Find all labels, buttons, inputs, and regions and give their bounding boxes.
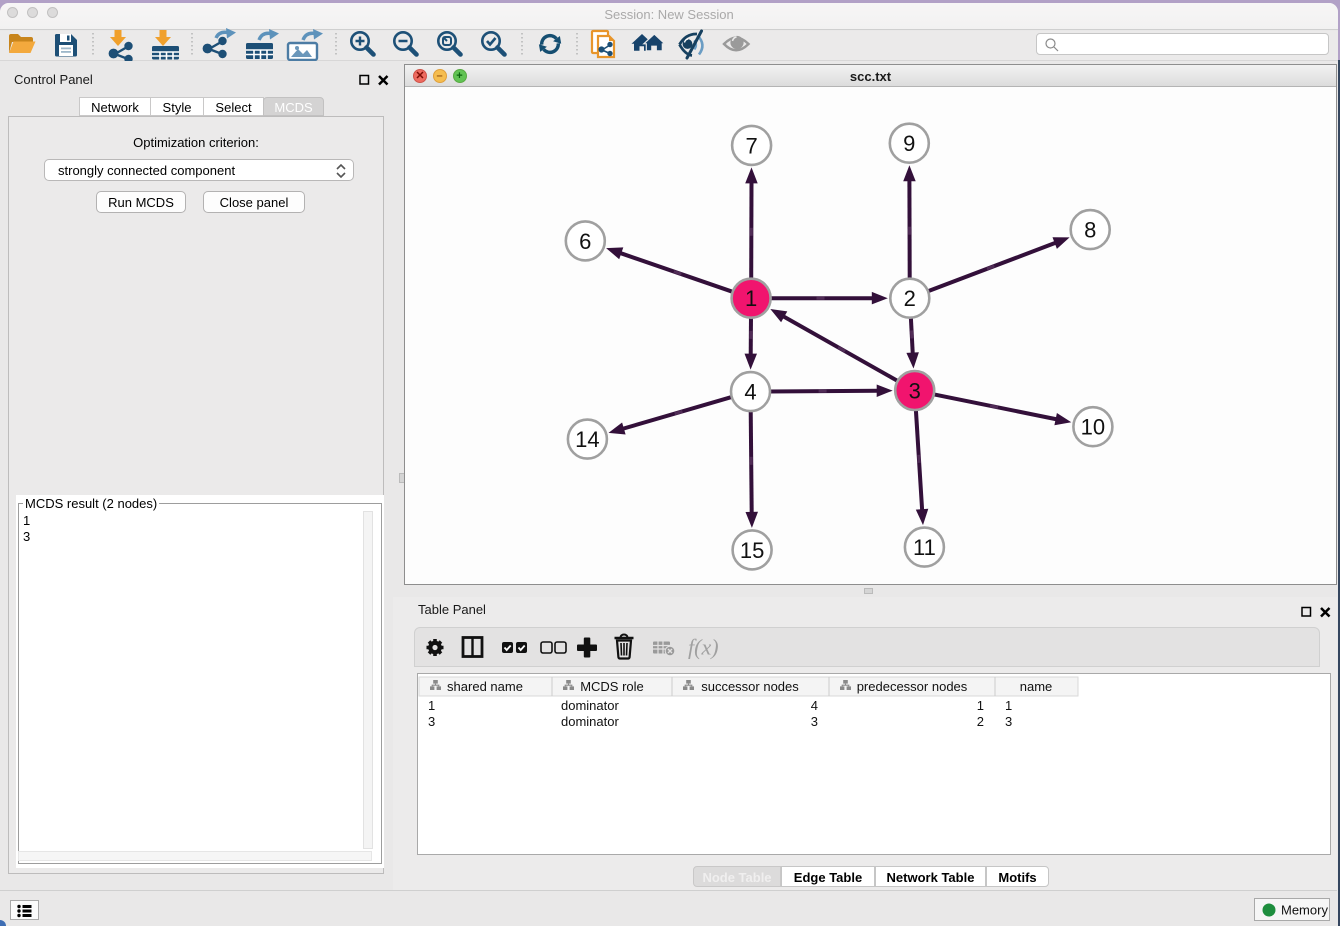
svg-text:dominator: dominator <box>561 698 619 713</box>
svg-text:10: 10 <box>1081 415 1105 440</box>
svg-text:shared name: shared name <box>447 679 523 694</box>
svg-text:successor nodes: successor nodes <box>701 679 799 694</box>
svg-text:Memory: Memory <box>1281 903 1328 918</box>
svg-text:predecessor nodes: predecessor nodes <box>857 679 968 694</box>
svg-text:2: 2 <box>977 714 984 729</box>
svg-text:9: 9 <box>903 131 915 156</box>
svg-text:7: 7 <box>745 133 757 158</box>
svg-text:3: 3 <box>428 714 435 729</box>
svg-text:8: 8 <box>1084 218 1096 243</box>
svg-text:4: 4 <box>744 380 756 405</box>
svg-text:f(x): f(x) <box>688 635 719 660</box>
svg-text:6: 6 <box>579 229 591 254</box>
svg-text:MCDS role: MCDS role <box>580 679 644 694</box>
svg-text:15: 15 <box>740 538 764 563</box>
svg-text:11: 11 <box>913 535 936 560</box>
svg-text:3: 3 <box>811 714 818 729</box>
svg-text:1: 1 <box>745 286 757 311</box>
svg-text:1: 1 <box>1005 698 1012 713</box>
svg-text:4: 4 <box>811 698 818 713</box>
svg-text:dominator: dominator <box>561 714 619 729</box>
svg-text:14: 14 <box>575 427 599 452</box>
svg-text:3: 3 <box>1005 714 1012 729</box>
svg-text:1: 1 <box>428 698 435 713</box>
svg-text:2: 2 <box>904 286 916 311</box>
svg-text:3: 3 <box>909 379 921 404</box>
svg-text:1: 1 <box>977 698 984 713</box>
svg-text:name: name <box>1020 679 1053 694</box>
